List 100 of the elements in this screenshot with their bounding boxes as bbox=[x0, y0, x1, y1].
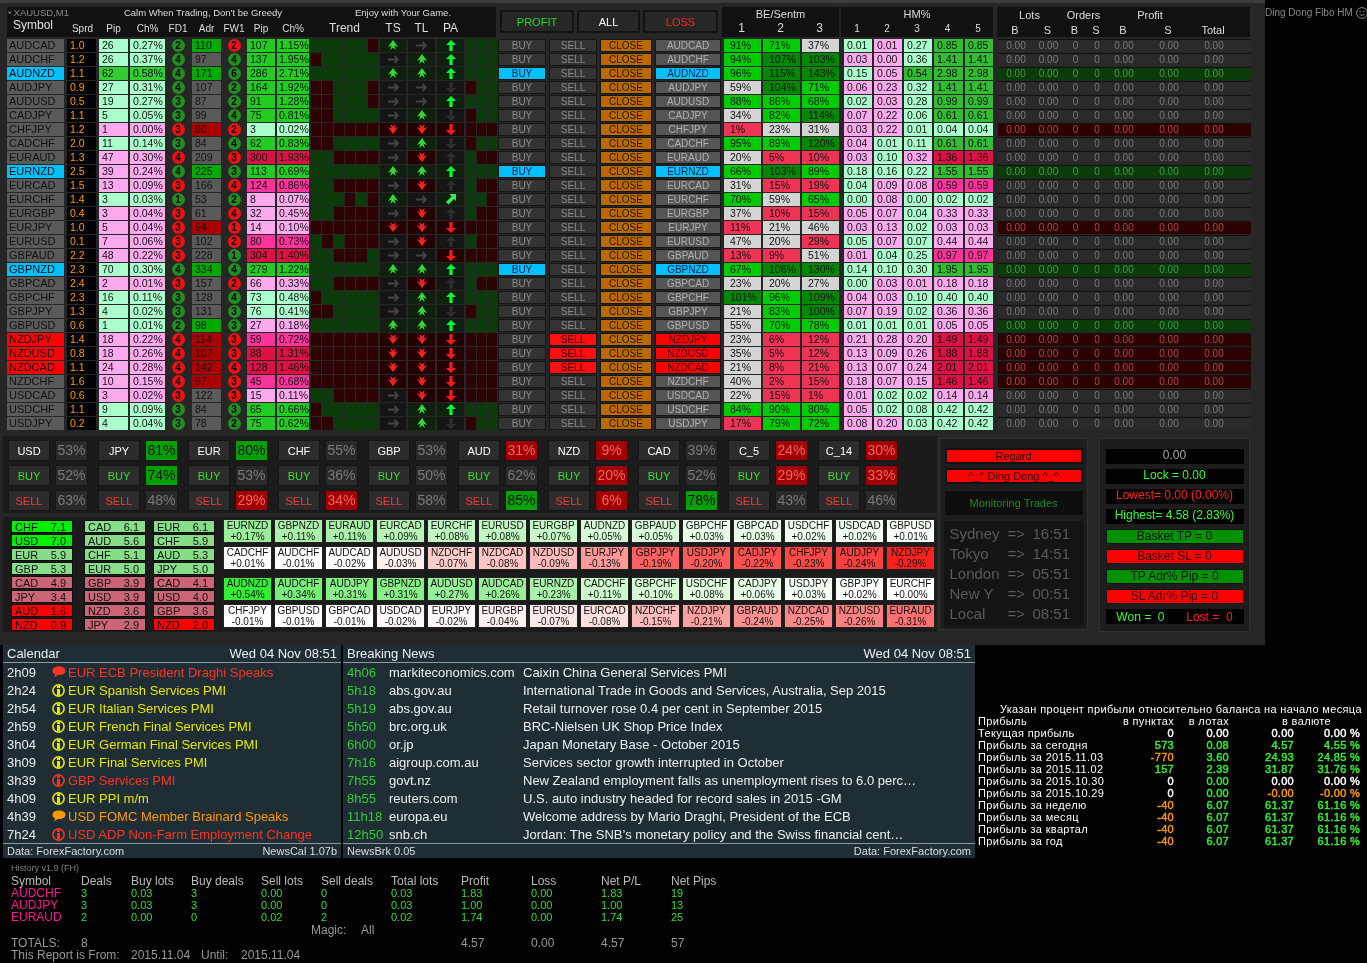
buy-button[interactable]: BUY bbox=[498, 67, 546, 80]
symbol-button[interactable]: CADCHF bbox=[655, 137, 721, 150]
close-button[interactable]: CLOSE bbox=[600, 95, 652, 108]
close-button[interactable]: CLOSE bbox=[600, 375, 652, 388]
symbol-button[interactable]: USDJPY bbox=[655, 417, 721, 430]
buy-button[interactable]: BUY bbox=[498, 417, 546, 430]
close-button[interactable]: CLOSE bbox=[600, 403, 652, 416]
buy-button[interactable]: BUY bbox=[638, 465, 680, 486]
sell-button[interactable]: SELL bbox=[548, 490, 590, 511]
sell-button[interactable]: SELL bbox=[549, 81, 597, 94]
sell-button[interactable]: SELL bbox=[458, 490, 500, 511]
close-button[interactable]: CLOSE bbox=[600, 179, 652, 192]
symbol-button[interactable]: EURUSD bbox=[655, 235, 721, 248]
symbol-button[interactable]: NZDJPY bbox=[655, 333, 721, 346]
close-button[interactable]: CLOSE bbox=[600, 347, 652, 360]
buy-button[interactable]: BUY bbox=[498, 347, 546, 360]
currency-button[interactable]: CHF bbox=[278, 440, 320, 461]
buy-button[interactable]: BUY bbox=[818, 465, 860, 486]
close-button[interactable]: CLOSE bbox=[600, 193, 652, 206]
symbol-button[interactable]: GBPAUD bbox=[655, 249, 721, 262]
symbol-button[interactable]: EURNZD bbox=[655, 165, 721, 178]
close-button[interactable]: CLOSE bbox=[600, 333, 652, 346]
sell-button[interactable]: SELL bbox=[98, 490, 140, 511]
buy-button[interactable]: BUY bbox=[498, 389, 546, 402]
buy-button[interactable]: BUY bbox=[548, 465, 590, 486]
symbol-button[interactable]: CADJPY bbox=[655, 109, 721, 122]
buy-button[interactable]: BUY bbox=[498, 81, 546, 94]
currency-button[interactable]: GBP bbox=[368, 440, 410, 461]
sell-button[interactable]: SELL bbox=[368, 490, 410, 511]
buy-button[interactable]: BUY bbox=[368, 465, 410, 486]
close-button[interactable]: CLOSE bbox=[600, 109, 652, 122]
currency-button[interactable]: USD bbox=[8, 440, 50, 461]
sell-button[interactable]: SELL bbox=[549, 109, 597, 122]
sell-button[interactable]: SELL bbox=[818, 490, 860, 511]
sell-button[interactable]: SELL bbox=[549, 123, 597, 136]
symbol-button[interactable]: AUDCHF bbox=[655, 53, 721, 66]
sell-button[interactable]: SELL bbox=[549, 277, 597, 290]
sell-button[interactable]: SELL bbox=[549, 207, 597, 220]
buy-button[interactable]: BUY bbox=[498, 375, 546, 388]
sell-button[interactable]: SELL bbox=[728, 490, 770, 511]
currency-button[interactable]: NZD bbox=[548, 440, 590, 461]
buy-button[interactable]: BUY bbox=[498, 109, 546, 122]
sell-button[interactable]: SELL bbox=[549, 193, 597, 206]
filter-button[interactable]: LOSS bbox=[643, 10, 718, 33]
close-button[interactable]: CLOSE bbox=[600, 319, 652, 332]
buy-button[interactable]: BUY bbox=[98, 465, 140, 486]
sell-button[interactable]: SELL bbox=[549, 53, 597, 66]
buy-button[interactable]: BUY bbox=[498, 151, 546, 164]
currency-button[interactable]: C_5 bbox=[728, 440, 770, 461]
buy-button[interactable]: BUY bbox=[498, 235, 546, 248]
buy-button[interactable]: BUY bbox=[498, 249, 546, 262]
sell-button[interactable]: SELL bbox=[278, 490, 320, 511]
symbol-button[interactable]: EURJPY bbox=[655, 221, 721, 234]
symbol-button[interactable]: AUDJPY bbox=[655, 81, 721, 94]
buy-button[interactable]: BUY bbox=[498, 277, 546, 290]
symbol-button[interactable]: AUDCAD bbox=[655, 39, 721, 52]
buy-button[interactable]: BUY bbox=[498, 95, 546, 108]
sell-button[interactable]: SELL bbox=[549, 417, 597, 430]
buy-button[interactable]: BUY bbox=[728, 465, 770, 486]
buy-button[interactable]: BUY bbox=[498, 53, 546, 66]
symbol-button[interactable]: NZDCHF bbox=[655, 375, 721, 388]
sell-button[interactable]: SELL bbox=[549, 389, 597, 402]
close-button[interactable]: CLOSE bbox=[600, 389, 652, 402]
sell-button[interactable]: SELL bbox=[638, 490, 680, 511]
filter-button[interactable]: ALL bbox=[577, 10, 640, 33]
symbol-button[interactable]: GBPUSD bbox=[655, 319, 721, 332]
close-button[interactable]: CLOSE bbox=[600, 53, 652, 66]
buy-button[interactable]: BUY bbox=[188, 465, 230, 486]
buy-button[interactable]: BUY bbox=[498, 39, 546, 52]
close-button[interactable]: CLOSE bbox=[600, 361, 652, 374]
sell-button[interactable]: SELL bbox=[549, 291, 597, 304]
close-button[interactable]: CLOSE bbox=[600, 277, 652, 290]
sell-button[interactable]: SELL bbox=[549, 95, 597, 108]
sell-button[interactable]: SELL bbox=[549, 249, 597, 262]
sell-button[interactable]: SELL bbox=[549, 375, 597, 388]
close-button[interactable]: CLOSE bbox=[600, 137, 652, 150]
buy-button[interactable]: BUY bbox=[498, 179, 546, 192]
close-button[interactable]: CLOSE bbox=[600, 305, 652, 318]
sell-button[interactable]: SELL bbox=[549, 403, 597, 416]
symbol-button[interactable]: AUDUSD bbox=[655, 95, 721, 108]
sell-button[interactable]: SELL bbox=[8, 490, 50, 511]
buy-button[interactable]: BUY bbox=[498, 319, 546, 332]
buy-button[interactable]: BUY bbox=[498, 123, 546, 136]
sell-button[interactable]: SELL bbox=[549, 151, 597, 164]
close-button[interactable]: CLOSE bbox=[600, 221, 652, 234]
sell-button[interactable]: SELL bbox=[549, 179, 597, 192]
close-button[interactable]: CLOSE bbox=[600, 207, 652, 220]
alert-button[interactable]: Regard bbox=[944, 448, 1083, 464]
close-button[interactable]: CLOSE bbox=[600, 151, 652, 164]
close-button[interactable]: CLOSE bbox=[600, 263, 652, 276]
symbol-button[interactable]: USDCHF bbox=[655, 403, 721, 416]
buy-button[interactable]: BUY bbox=[458, 465, 500, 486]
symbol-button[interactable]: EURGBP bbox=[655, 207, 721, 220]
buy-button[interactable]: BUY bbox=[498, 221, 546, 234]
close-button[interactable]: CLOSE bbox=[600, 123, 652, 136]
sell-button[interactable]: SELL bbox=[549, 361, 597, 374]
buy-button[interactable]: BUY bbox=[498, 165, 546, 178]
buy-button[interactable]: BUY bbox=[8, 465, 50, 486]
close-button[interactable]: CLOSE bbox=[600, 417, 652, 430]
currency-button[interactable]: EUR bbox=[188, 440, 230, 461]
